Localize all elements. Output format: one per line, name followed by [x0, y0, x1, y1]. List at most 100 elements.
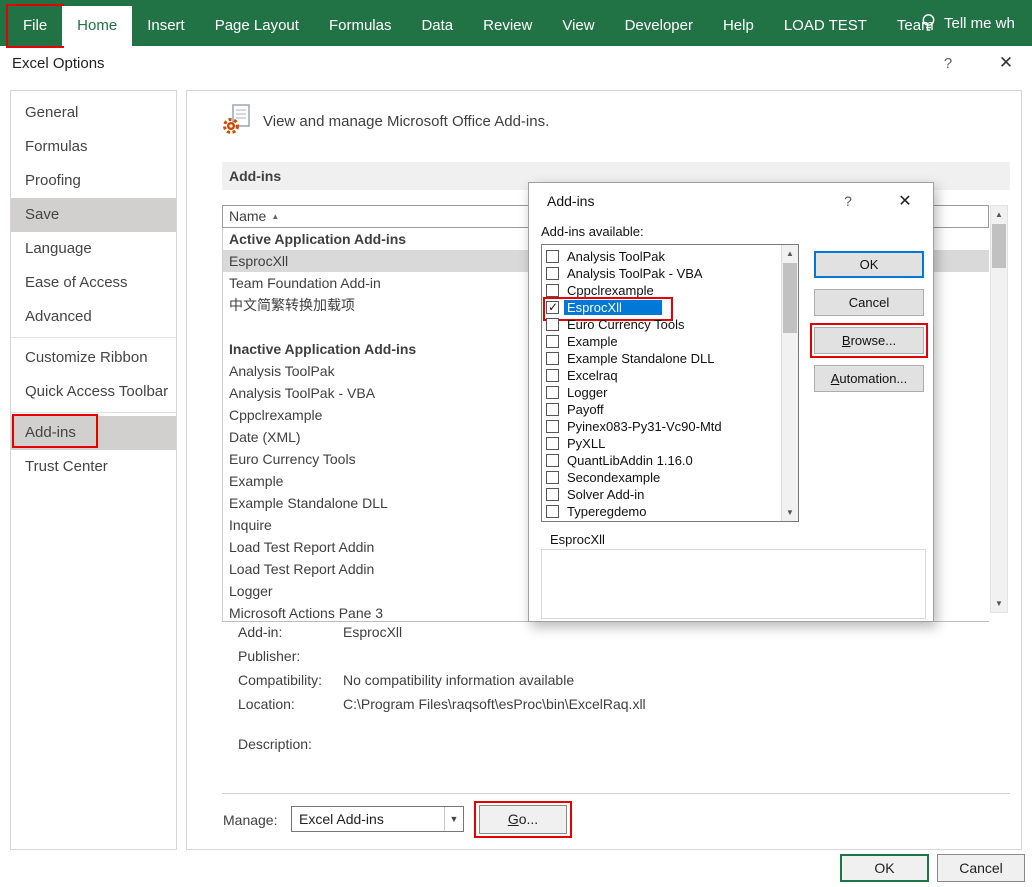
addin-list-item[interactable]: Typeregdemo	[542, 503, 781, 520]
addin-list-item[interactable]: Euro Currency Tools	[542, 316, 781, 333]
scroll-up-icon[interactable]: ▲	[991, 206, 1007, 223]
addin-list-item[interactable]: QuantLibAddin 1.16.0	[542, 452, 781, 469]
popup-cancel-label: Cancel	[849, 295, 889, 310]
popup-help-icon[interactable]: ?	[837, 193, 859, 209]
tell-me-box[interactable]: Tell me wh	[920, 0, 1032, 46]
table-row-label: Inquire	[229, 517, 272, 533]
addin-list-item[interactable]: Analysis ToolPak	[542, 248, 781, 265]
popup-cancel-button[interactable]: Cancel	[814, 289, 924, 316]
checkbox[interactable]	[546, 403, 559, 416]
detail-row: Publisher:	[238, 644, 646, 668]
ribbon-tab[interactable]: Formulas	[314, 6, 407, 46]
checkbox[interactable]	[546, 420, 559, 433]
ribbon-tab[interactable]: Help	[708, 6, 769, 46]
addin-list-item[interactable]: Payoff	[542, 401, 781, 418]
addin-list-item[interactable]: Pyinex083-Py31-Vc90-Mtd	[542, 418, 781, 435]
sidebar-item[interactable]: Add-ins	[11, 416, 176, 450]
addin-item-label: EsprocXll	[564, 300, 662, 315]
checkbox[interactable]	[546, 267, 559, 280]
table-row-label: Euro Currency Tools	[229, 451, 356, 467]
popup-close-icon[interactable]: ✕	[893, 191, 917, 211]
go-button-label: Go...	[508, 811, 538, 827]
addin-list-item[interactable]: PyXLL	[542, 435, 781, 452]
chevron-down-icon[interactable]: ▼	[444, 807, 463, 831]
sidebar-item-label: Ease of Access	[25, 274, 128, 291]
sidebar-group-1: General Formulas Proofing Save Language …	[11, 96, 176, 334]
addin-list-item[interactable]: Cppclrexample	[542, 282, 781, 299]
sidebar-item-label: General	[25, 104, 78, 121]
options-close-icon[interactable]: ✕	[995, 53, 1017, 73]
checkbox[interactable]	[546, 301, 559, 314]
ribbon-tab[interactable]: Home	[62, 6, 132, 46]
checkbox[interactable]	[546, 471, 559, 484]
addin-list-item[interactable]: Example Standalone DLL	[542, 350, 781, 367]
checkbox[interactable]	[546, 437, 559, 450]
checkbox[interactable]	[546, 284, 559, 297]
addins-page-icon	[221, 104, 253, 136]
scroll-up-icon[interactable]: ▲	[782, 245, 798, 262]
addin-list-item[interactable]: Excelraq	[542, 367, 781, 384]
scroll-down-icon[interactable]: ▼	[782, 504, 798, 521]
addin-list-item[interactable]: Secondexample	[542, 469, 781, 486]
sidebar-item[interactable]: Formulas	[11, 130, 176, 164]
ribbon-tab-label: Page Layout	[215, 17, 299, 34]
ribbon-tab-label: Home	[77, 17, 117, 34]
sidebar-item[interactable]: General	[11, 96, 176, 130]
sidebar-item[interactable]: Customize Ribbon	[11, 341, 176, 375]
options-help-icon[interactable]: ?	[938, 55, 958, 72]
sidebar-item[interactable]: Ease of Access	[11, 266, 176, 300]
ribbon-tab-label: View	[562, 17, 594, 34]
scrollbar-thumb[interactable]	[783, 263, 797, 333]
checkbox[interactable]	[546, 318, 559, 331]
checkbox[interactable]	[546, 488, 559, 501]
sidebar-item[interactable]: Quick Access Toolbar	[11, 375, 176, 409]
scroll-down-icon[interactable]: ▼	[991, 595, 1007, 612]
lightbulb-icon	[920, 13, 937, 33]
automation-button[interactable]: Automation...	[814, 365, 924, 392]
detail-row: Location: C:\Program Files\raqsoft\esPro…	[238, 692, 646, 716]
page-title: View and manage Microsoft Office Add-ins…	[263, 113, 549, 130]
table-row-label: EsprocXll	[229, 253, 288, 269]
detail-label: Compatibility:	[238, 668, 343, 692]
addins-list: Analysis ToolPak Analysis ToolPak - VBA …	[542, 248, 781, 520]
table-scrollbar[interactable]: ▲ ▼	[990, 205, 1008, 613]
ribbon-tab[interactable]: View	[547, 6, 609, 46]
detail-label: Add-in:	[238, 620, 343, 644]
description-label: Description:	[238, 736, 312, 752]
options-ok-button[interactable]: OK	[840, 854, 929, 882]
checkbox[interactable]	[546, 352, 559, 365]
checkbox[interactable]	[546, 505, 559, 518]
ribbon-tab[interactable]: Data	[406, 6, 468, 46]
sidebar-item[interactable]: Language	[11, 232, 176, 266]
addin-list-item[interactable]: Logger	[542, 384, 781, 401]
addin-list-item[interactable]: Example	[542, 333, 781, 350]
ribbon-tab[interactable]: Review	[468, 6, 547, 46]
sidebar-item[interactable]: Advanced	[11, 300, 176, 334]
sidebar-item[interactable]: Trust Center	[11, 450, 176, 484]
checkbox[interactable]	[546, 369, 559, 382]
ribbon-tab[interactable]: LOAD TEST	[769, 6, 882, 46]
sidebar-item[interactable]: Save	[11, 198, 176, 232]
checkbox[interactable]	[546, 386, 559, 399]
go-button[interactable]: Go...	[479, 805, 567, 834]
checkbox[interactable]	[546, 335, 559, 348]
browse-button[interactable]: Browse...	[814, 327, 924, 354]
manage-dropdown[interactable]: Excel Add-ins ▼	[291, 806, 464, 832]
options-cancel-button[interactable]: Cancel	[937, 854, 1025, 882]
addin-list-item[interactable]: Solver Add-in	[542, 486, 781, 503]
checkbox[interactable]	[546, 454, 559, 467]
ribbon-tab[interactable]: Insert	[132, 6, 200, 46]
addin-list-item[interactable]: Analysis ToolPak - VBA	[542, 265, 781, 282]
popup-ok-button[interactable]: OK	[814, 251, 924, 278]
listbox-scrollbar[interactable]: ▲ ▼	[781, 245, 798, 521]
ribbon-tab[interactable]: File	[8, 6, 62, 46]
sidebar-item[interactable]: Proofing	[11, 164, 176, 198]
checkbox[interactable]	[546, 250, 559, 263]
sidebar-divider	[11, 337, 176, 338]
ribbon-tab[interactable]: Page Layout	[200, 6, 314, 46]
sidebar-divider	[11, 412, 176, 413]
ribbon-tab-label: Developer	[625, 17, 693, 34]
ribbon-tab[interactable]: Developer	[610, 6, 708, 46]
addin-list-item[interactable]: EsprocXll	[542, 299, 781, 316]
scrollbar-thumb[interactable]	[992, 224, 1006, 268]
